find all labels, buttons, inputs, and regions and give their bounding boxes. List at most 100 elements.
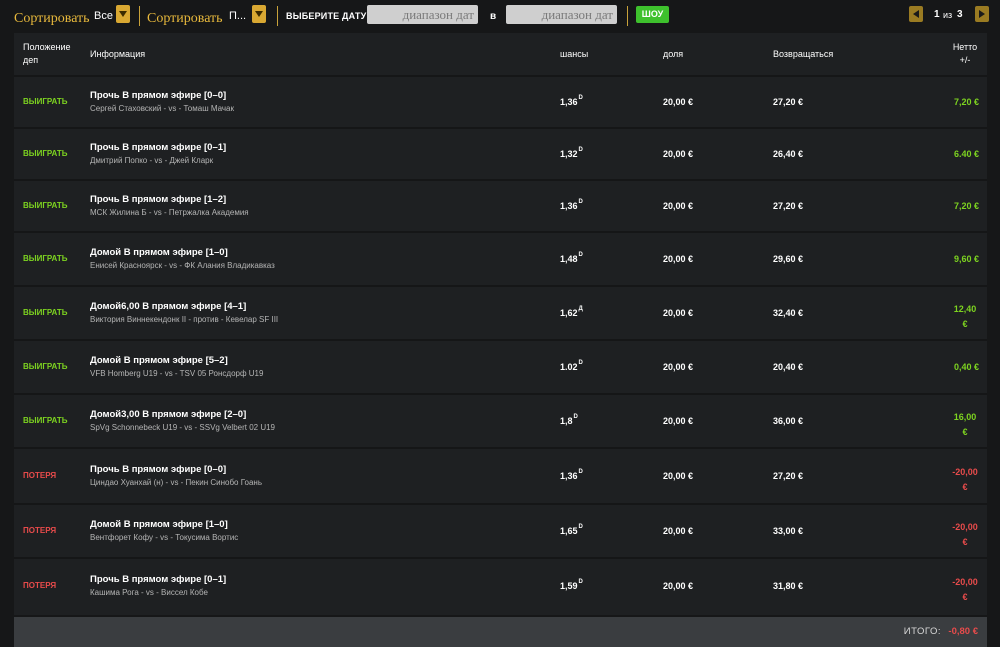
odds-suffix: D	[578, 199, 583, 205]
odds-suffix: D	[578, 524, 583, 530]
bet-net: 16,00 €	[953, 412, 977, 437]
bet-teams: Дмитрий Попко - vs - Джей Кларк	[90, 156, 214, 165]
odds-value: 1,62	[560, 308, 578, 318]
bet-stake: 20,00 €	[663, 416, 694, 426]
odds-suffix: Д	[578, 306, 583, 312]
odds-value: 1,36	[560, 471, 578, 481]
bet-teams: Циндао Хуанхай (н) - vs - Пекин Синобо Г…	[90, 478, 263, 487]
bet-status: ВЫИГРАТЬ	[23, 308, 68, 317]
bet-title: Прочь В прямом эфире [0–1]	[90, 574, 227, 585]
bet-stake: 20,00 €	[663, 362, 694, 372]
odds-value: 1,36	[560, 97, 578, 107]
bet-title: Домой В прямом эфире [5–2]	[90, 355, 228, 366]
sort-select-value[interactable]: Все	[94, 10, 113, 22]
bet-stake: 20,00 €	[663, 254, 694, 264]
bet-net: 9,60 €	[953, 254, 979, 264]
bet-stake: 20,00 €	[663, 149, 694, 159]
bet-stake: 20,00 €	[663, 97, 694, 107]
chevron-down-icon	[255, 11, 263, 17]
next-page-button[interactable]	[975, 6, 989, 22]
bet-status: ПОТЕРЯ	[23, 581, 57, 590]
odds-value: 1.02	[560, 362, 578, 372]
bet-return: 33,00 €	[773, 526, 804, 536]
bet-return: 26,40 €	[773, 149, 804, 159]
odds-suffix: D	[578, 469, 583, 475]
bet-teams: Сергей Стаховский - vs - Томаш Мачак	[90, 104, 234, 113]
column-header-stake: доля	[663, 49, 684, 59]
table-row[interactable]: ПОТЕРЯ Прочь В прямом эфире [0–1] Кашима Р…	[14, 557, 987, 613]
column-header-status: Положение деп	[23, 42, 71, 65]
bet-status: ВЫИГРАТЬ	[23, 362, 68, 371]
date-from-input[interactable]	[367, 5, 478, 24]
bet-odds: 1,62Д	[560, 306, 583, 318]
bet-return: 20,40 €	[773, 362, 804, 372]
bet-stake: 20,00 €	[663, 308, 694, 318]
date-to-input[interactable]	[506, 5, 617, 24]
show-button[interactable]: ШОУ	[636, 6, 669, 23]
bet-title: Прочь В прямом эфире [0–0]	[90, 464, 227, 475]
odds-value: 1,59	[560, 581, 578, 591]
sort-dropdown-button[interactable]	[116, 5, 130, 23]
page-current: 1	[934, 9, 940, 20]
table-row[interactable]: ПОТЕРЯ Прочь В прямом эфире [0–0] Циндао Х…	[14, 447, 987, 503]
bet-net: 6.40 €	[953, 149, 979, 159]
bet-teams: SpVg Schonnebeck U19 - vs - SSVg Velbert…	[90, 423, 275, 432]
bet-stake: 20,00 €	[663, 201, 694, 211]
prev-page-button[interactable]	[909, 6, 923, 22]
odds-value: 1,36	[560, 201, 578, 211]
table-row[interactable]: ВЫИГРАТЬ Домой6,00 В прямом эфире [4–1] Ви…	[14, 285, 987, 339]
bet-return: 31,80 €	[773, 581, 804, 591]
bet-status: ВЫИГРАТЬ	[23, 416, 68, 425]
table-row[interactable]: ВЫИГРАТЬ Домой В прямом эфире [1–0] Енисей…	[14, 231, 987, 285]
bet-stake: 20,00 €	[663, 471, 694, 481]
table-row[interactable]: ВЫИГРАТЬ Прочь В прямом эфире [0–1] Дмитри…	[14, 127, 987, 179]
table-row[interactable]: ВЫИГРАТЬ Прочь В прямом эфире [1–2] МСК Жи…	[14, 179, 987, 231]
bet-return: 27,20 €	[773, 471, 804, 481]
bet-net: -20,00 €	[952, 577, 978, 602]
chevron-left-icon	[913, 10, 919, 18]
bet-status: ВЫИГРАТЬ	[23, 201, 68, 210]
odds-value: 1,8	[560, 416, 573, 426]
bet-title: Прочь В прямом эфире [1–2]	[90, 194, 227, 205]
odds-value: 1,65	[560, 526, 578, 536]
date-separator: в	[490, 11, 497, 22]
bet-title: Домой3,00 В прямом эфире [2–0]	[90, 409, 247, 420]
bet-teams: Вентфорет Кофу - vs - Токусима Вортис	[90, 533, 239, 542]
bet-return: 32,40 €	[773, 308, 804, 318]
sort-by-dropdown-button[interactable]	[252, 5, 266, 23]
bet-status: ПОТЕРЯ	[23, 526, 57, 535]
odds-suffix: D	[578, 252, 583, 258]
table-row[interactable]: ВЫИГРАТЬ Домой3,00 В прямом эфире [2–0] Sp…	[14, 393, 987, 447]
chevron-right-icon	[979, 10, 985, 18]
page-total: 3	[957, 9, 963, 20]
table-row[interactable]: ВЫИГРАТЬ Прочь В прямом эфире [0–0] Сергей…	[14, 75, 987, 127]
bet-return: 29,60 €	[773, 254, 804, 264]
bet-teams: Виктория Виннекендонк II - против - Кеве…	[90, 315, 279, 324]
page-of: из	[943, 10, 953, 20]
table-row[interactable]: ВЫИГРАТЬ Домой В прямом эфире [5–2] VFB Ho…	[14, 339, 987, 393]
bet-title: Домой6,00 В прямом эфире [4–1]	[90, 301, 247, 312]
column-header-net: Нетто +/-	[952, 42, 978, 65]
sort-by-label: Сортировать	[147, 11, 223, 26]
bet-net: -20,00 €	[952, 467, 978, 492]
bet-title: Домой В прямом эфире [1–0]	[90, 247, 228, 258]
date-label: ВЫБЕРИТЕ ДАТУ	[286, 11, 367, 21]
column-header-odds: шансы	[560, 49, 589, 59]
bet-odds: 1,65D	[560, 524, 583, 536]
bet-odds: 1,59D	[560, 579, 583, 591]
odds-suffix: D	[578, 579, 583, 585]
bet-odds: 1.02D	[560, 360, 583, 372]
divider	[627, 6, 628, 26]
bet-title: Домой В прямом эфире [1–0]	[90, 519, 228, 530]
bet-status: ВЫИГРАТЬ	[23, 97, 68, 106]
sort-label: Сортировать	[14, 11, 90, 26]
bet-return: 27,20 €	[773, 201, 804, 211]
filter-bar: Сортировать Все Сортировать П... ВЫБЕРИТ…	[0, 0, 1000, 30]
odds-value: 1,48	[560, 254, 578, 264]
odds-value: 1,32	[560, 149, 578, 159]
table-row[interactable]: ПОТЕРЯ Домой В прямом эфире [1–0] Вентфоре…	[14, 503, 987, 557]
bet-teams: Кашима Рога - vs - Виссел Кобе	[90, 588, 208, 597]
sort-by-select-value[interactable]: П...	[229, 10, 246, 22]
bet-odds: 1,48D	[560, 252, 583, 264]
bet-net: 12,40 €	[953, 304, 977, 329]
